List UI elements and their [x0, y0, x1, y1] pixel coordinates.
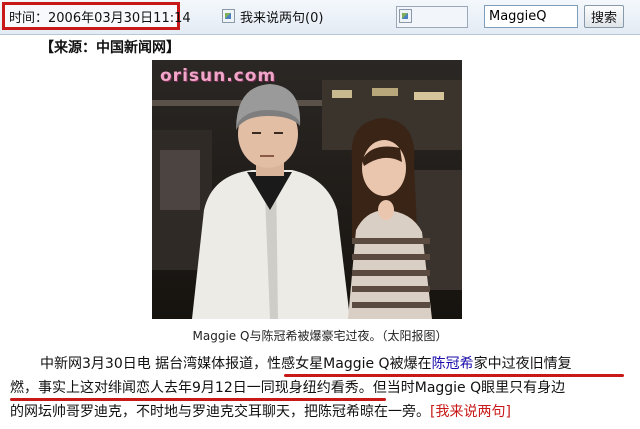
- photo-caption: Maggie Q与陈冠希被爆豪宅过夜。（太阳报图）: [192, 329, 448, 343]
- publish-time: 时间：2006年03月30日11:14: [2, 2, 191, 30]
- line1-prefix: 中新网3月30日电 据台湾媒体报道，: [40, 356, 268, 372]
- article-source: 【来源：中国新闻网】: [40, 40, 180, 56]
- news-photo: orisun.com: [152, 60, 462, 319]
- comment-link-label: 我来说两句(0): [240, 10, 324, 26]
- article-line-3: 的网坛帅哥罗迪克，不时地与罗迪克交耳聊天，把陈冠希晾在一旁。[我来说两句]: [10, 400, 636, 424]
- line1-highlight: 性感女星Maggie Q被爆在陈冠希家中过夜旧情复: [267, 356, 571, 372]
- article-body: 中新网3月30日电 据台湾媒体报道，性感女星Maggie Q被爆在陈冠希家中过夜…: [10, 352, 636, 424]
- highlight-underline-2: [10, 398, 386, 401]
- comment-inline-link[interactable]: [我来说两句]: [430, 404, 511, 420]
- line3-text: 的网坛帅哥罗迪克，不时地与罗迪克交耳聊天，把陈冠希晾在一旁。: [10, 404, 430, 420]
- article-line-2: 燃，事实上这对绯闻恋人去年9月12日一同现身纽约看秀。但当时Maggie Q眼里…: [10, 376, 636, 400]
- article-paragraph: 中新网3月30日电 据台湾媒体报道，性感女星Maggie Q被爆在陈冠希家中过夜…: [10, 352, 636, 424]
- line1-highlight-text-a: 性感女星Maggie Q被爆在: [267, 356, 432, 372]
- broken-image-icon: [399, 9, 412, 23]
- person-link[interactable]: 陈冠希: [432, 356, 474, 372]
- top-toolbar: 时间：2006年03月30日11:14 我来说两句(0) 搜索: [0, 0, 640, 35]
- news-photo-graphic: [152, 60, 462, 319]
- article-line-1: 中新网3月30日电 据台湾媒体报道，性感女星Maggie Q被爆在陈冠希家中过夜…: [10, 352, 636, 376]
- line2-highlight: 燃，事实上这对绯闻恋人去年9月12日一同现身纽约看秀。: [10, 380, 373, 396]
- line1-highlight-text-b: 家中过夜旧情复: [473, 356, 572, 372]
- photo-watermark: orisun.com: [160, 66, 277, 86]
- highlight-underline-1: [284, 374, 624, 377]
- comment-count-link[interactable]: 我来说两句(0): [222, 6, 323, 26]
- line2-suffix: 但当时Maggie Q眼里只有身边: [372, 380, 566, 396]
- search-input[interactable]: [484, 5, 578, 28]
- banner-image-placeholder[interactable]: [396, 6, 468, 28]
- broken-image-icon: [222, 9, 235, 23]
- search-button[interactable]: 搜索: [584, 5, 624, 28]
